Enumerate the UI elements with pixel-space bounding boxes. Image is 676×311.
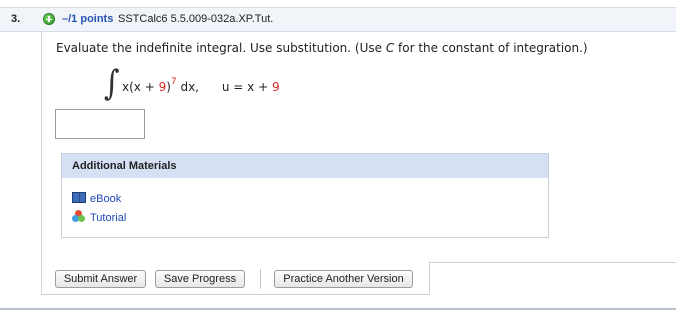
substitution-lhs: u = x +	[221, 80, 272, 94]
prompt-text-after: for the constant of integration.)	[394, 41, 588, 55]
actions-border-top	[429, 262, 676, 263]
submit-answer-button[interactable]: Submit Answer	[55, 270, 146, 288]
answer-input[interactable]	[55, 109, 145, 139]
ebook-link[interactable]: eBook	[72, 192, 121, 205]
bottom-divider	[0, 308, 676, 310]
expr-dx: dx,	[176, 80, 199, 94]
expr-part-a: x(x +	[122, 80, 159, 94]
question-prompt: Evaluate the indefinite integral. Use su…	[56, 41, 588, 55]
question-header: 3. –/1 points SSTCalc6 5.5.009-032a.XP.T…	[0, 7, 676, 32]
tutorial-label[interactable]: Tutorial	[90, 212, 126, 224]
substitution-constant: 9	[271, 80, 280, 94]
question-id: SSTCalc6 5.5.009-032a.XP.Tut.	[118, 13, 274, 25]
button-separator	[260, 269, 261, 289]
tutorial-link[interactable]: Tutorial	[72, 210, 126, 224]
actions-border-right	[429, 262, 430, 295]
additional-materials-title: Additional Materials	[62, 154, 548, 178]
plus-circle-icon[interactable]	[43, 13, 55, 25]
ebook-icon	[72, 192, 86, 203]
points-label: –/1 points	[62, 13, 114, 25]
question-left-border	[41, 31, 42, 295]
actions-border-bottom	[42, 294, 430, 295]
integral-expression: x(x + 9)7 dx, u = x + 9	[122, 77, 280, 94]
prompt-text-before: Evaluate the indefinite integral. Use su…	[56, 41, 386, 55]
question-number: 3.	[11, 13, 21, 25]
prompt-constant-var: C	[385, 41, 395, 55]
ebook-label[interactable]: eBook	[90, 193, 121, 205]
additional-materials-panel: Additional Materials eBook Tutorial	[61, 153, 549, 238]
save-progress-button[interactable]: Save Progress	[155, 270, 245, 288]
tutorial-icon	[72, 210, 86, 223]
integral-sign: ∫	[104, 63, 120, 104]
practice-another-version-button[interactable]: Practice Another Version	[274, 270, 413, 288]
